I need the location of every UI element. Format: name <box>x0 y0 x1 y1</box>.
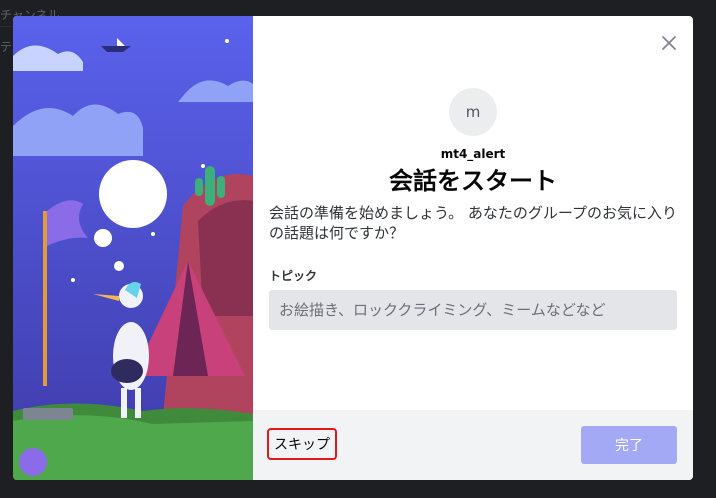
modal-title: 会話をスタート <box>389 167 557 195</box>
modal-description: 会話の準備を始めましょう。 あなたのグループのお気に入りの話題は何ですか？ <box>269 204 677 242</box>
avatar: m <box>449 88 497 136</box>
background-channel-text-2: テ <box>0 40 13 54</box>
skip-button[interactable]: スキップ <box>267 428 337 460</box>
topic-label: トピック <box>269 269 318 283</box>
close-icon <box>662 36 676 50</box>
modal-content: m mt4_alert 会話をスタート 会話の準備を始めましょう。 あなたのグル… <box>253 16 693 410</box>
illustration-art <box>13 16 253 480</box>
username: mt4_alert <box>440 147 506 161</box>
topic-input[interactable] <box>269 290 677 330</box>
modal-illustration <box>13 16 253 480</box>
close-button[interactable] <box>659 33 679 53</box>
start-conversation-modal: m mt4_alert 会話をスタート 会話の準備を始めましょう。 あなたのグル… <box>13 16 693 480</box>
modal-footer: スキップ 完了 <box>253 410 693 480</box>
done-button[interactable]: 完了 <box>581 426 677 464</box>
